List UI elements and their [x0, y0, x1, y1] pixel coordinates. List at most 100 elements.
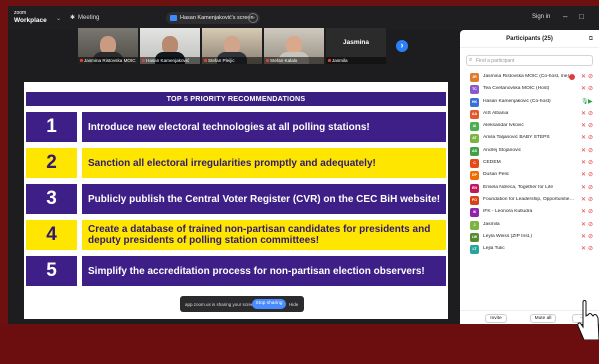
recommendation-text: Sanction all electoral irregularities pr… — [82, 148, 446, 178]
participant-name: AIS Albania — [483, 110, 509, 116]
microphone-muted-icon[interactable]: ✕ — [581, 208, 586, 215]
participant-row[interactable]: AS Andrej Stojanović ✕ ⊘ — [460, 145, 599, 157]
avatar: AA — [470, 109, 479, 119]
participant-row[interactable]: AA AIS Albania ✕ ⊘ — [460, 108, 599, 120]
camera-off-icon[interactable]: ⊘ — [588, 122, 593, 129]
recommendation-row: 3 Publicly publish the Central Voter Reg… — [26, 184, 446, 214]
microphone-muted-icon[interactable]: ✕ — [581, 245, 586, 252]
participant-name: Tea Cvetanovska MOIC (Host) — [483, 86, 550, 92]
participant-search-input[interactable]: ⌕ Find a participant — [466, 55, 593, 66]
participant-row[interactable]: HK Hasan Kamenjaković (Co-host) 🎙 ▶ — [460, 96, 599, 108]
camera-off-icon[interactable]: ⊘ — [588, 73, 593, 80]
camera-off-icon[interactable]: ⊘ — [588, 245, 593, 252]
microphone-muted-icon[interactable]: ✕ — [581, 221, 586, 228]
video-thumbnail-no-camera[interactable]: Jasmina Jasmila — [326, 28, 386, 64]
camera-off-icon[interactable]: ⊘ — [588, 171, 593, 178]
camera-off-icon[interactable]: ⊘ — [588, 233, 593, 240]
avatar: C — [470, 159, 479, 169]
recommendation-number: 4 — [26, 220, 77, 250]
participant-name: Aleksandar Ivković — [483, 123, 524, 129]
camera-off-icon[interactable]: ⊘ — [588, 110, 593, 117]
camera-off-icon[interactable]: ⊘ — [588, 196, 593, 203]
participant-row[interactable]: AT Amila Taljanović BABY STEPS ✕ ⊘ — [460, 132, 599, 144]
avatar: J — [470, 220, 479, 230]
microphone-muted-icon[interactable]: ✕ — [581, 159, 586, 166]
camera-off-icon[interactable]: ⊘ — [588, 159, 593, 166]
screen-icon — [170, 15, 177, 21]
microphone-muted-icon[interactable]: ✕ — [581, 184, 586, 191]
video-thumbnail-active-speaker[interactable]: Hasan Kamenjaković — [140, 28, 200, 64]
video-thumbnail[interactable]: Stefan Kalalo — [264, 28, 324, 64]
participant-row[interactable]: AI Aleksandar Ivković ✕ ⊘ — [460, 120, 599, 132]
screen-share-label: Hasan Kamenjaković's screen — [180, 15, 254, 21]
camera-off-icon[interactable]: ⊘ — [588, 134, 593, 141]
logo-text: Workplace — [14, 17, 47, 24]
microphone-muted-icon[interactable]: ✕ — [581, 147, 586, 154]
recommendation-text: Introduce new electoral technologies at … — [82, 112, 446, 142]
participant-name: Jasmina Ristovska MOIC (Co-host, me) — [483, 74, 570, 79]
screen-share-indicator[interactable]: Hasan Kamenjaković's screen ··· — [166, 12, 260, 24]
meeting-tab[interactable]: ✱ Meeting — [70, 14, 99, 21]
meeting-label: Meeting — [78, 15, 100, 21]
recommendation-number: 2 — [26, 148, 77, 178]
microphone-muted-icon[interactable]: ✕ — [581, 233, 586, 240]
participant-list: JR Jasmina Ristovska MOIC (Co-host, me) ✕ ⊘… — [460, 71, 599, 255]
next-page-button[interactable]: › — [396, 40, 408, 52]
avatar: HK — [470, 97, 479, 107]
camera-off-icon[interactable]: ⊘ — [588, 85, 593, 92]
hand-cursor-icon — [570, 291, 599, 340]
microphone-muted-icon[interactable]: ✕ — [581, 196, 586, 203]
chevron-down-icon[interactable]: ⌄ — [56, 15, 61, 22]
camera-off-icon[interactable]: ⊘ — [588, 184, 593, 191]
microphone-muted-icon[interactable]: ✕ — [581, 134, 586, 141]
avatar: JR — [470, 73, 479, 82]
sign-in-link[interactable]: Sign in — [532, 14, 550, 20]
participant-row[interactable]: LT Lejla Tulic ✕ ⊘ — [460, 243, 599, 255]
participant-row[interactable]: C CEDEM ✕ ⊘ — [460, 157, 599, 169]
microphone-muted-icon[interactable]: ✕ — [581, 73, 586, 80]
monitor-bezel — [0, 324, 599, 364]
camera-off-icon[interactable]: ⊘ — [588, 208, 593, 215]
pop-out-icon[interactable]: ⧉ — [589, 30, 593, 48]
participant-row[interactable]: JR Jasmina Ristovska MOIC (Co-host, me) ✕ ⊘ — [460, 71, 599, 83]
minimize-icon[interactable]: – — [563, 12, 567, 21]
participant-name: Jasmila — [326, 57, 386, 64]
recommendation-text: Create a database of trained non-partisa… — [82, 220, 446, 250]
participant-name: Jasmina Ristovska MOIC — [78, 57, 138, 64]
mute-all-button[interactable]: Mute all — [530, 314, 556, 323]
title-bar: zoom Workplace ⌄ ✱ Meeting Hasan Kamenjak… — [8, 6, 599, 30]
shared-screen: TOP 5 PRIORITY RECOMMENDATIONS 1 Introdu… — [24, 82, 448, 319]
avatar: AI — [470, 122, 479, 132]
video-thumbnail[interactable]: Jasmina Ristovska MOIC — [78, 28, 138, 64]
participant-name: Lejla Tulic — [483, 246, 505, 252]
participant-row[interactable]: TC Tea Cvetanovska MOIC (Host) ✕ ⊘ — [460, 83, 599, 95]
microphone-muted-icon[interactable]: ✕ — [581, 85, 586, 92]
participant-name: Stefan Kalalo — [264, 57, 324, 64]
more-options-icon[interactable]: ··· — [248, 13, 258, 23]
camera-off-icon[interactable]: ⊘ — [588, 147, 593, 154]
maximize-icon[interactable]: □ — [579, 12, 584, 21]
hide-button[interactable]: Hide — [289, 302, 298, 307]
participant-row[interactable]: FO Foundation for Leadership, Opportuniti… — [460, 194, 599, 206]
camera-icon[interactable]: ▶ — [588, 98, 593, 105]
participant-name: Erisela Ndreca, Together for Life — [483, 184, 554, 190]
avatar: DP — [470, 171, 479, 181]
participant-row[interactable]: LW Leyla Weiss (ZIP Inst.) ✕ ⊘ — [460, 231, 599, 243]
screen-sharing-bar: app.zoom.us is sharing your screen. Stop… — [180, 296, 304, 312]
microphone-muted-icon[interactable]: ✕ — [581, 122, 586, 129]
participant-row[interactable]: EN Erisela Ndreca, Together for Life ✕ ⊘ — [460, 182, 599, 194]
invite-button[interactable]: Invite — [485, 314, 507, 323]
recommendation-row: 4 Create a database of trained non-parti… — [26, 220, 446, 250]
participant-name: IFK - Leonora Kulludra — [483, 209, 533, 215]
participant-row[interactable]: IK IFK - Leonora Kulludra ✕ ⊘ — [460, 206, 599, 218]
camera-off-icon[interactable]: ⊘ — [588, 221, 593, 228]
zoom-window: zoom Workplace ⌄ ✱ Meeting Hasan Kamenjak… — [8, 6, 599, 324]
stop-sharing-button[interactable]: Stop sharing — [252, 299, 286, 309]
participant-name: CEDEM — [483, 160, 501, 166]
video-thumbnail[interactable]: Stefan Pleijic — [202, 28, 262, 64]
participant-name: Hasan Kamenjaković — [140, 57, 200, 64]
microphone-muted-icon[interactable]: ✕ — [581, 110, 586, 117]
microphone-muted-icon[interactable]: ✕ — [581, 171, 586, 178]
participant-row[interactable]: DP Dušan Pelić ✕ ⊘ — [460, 169, 599, 181]
participant-row[interactable]: J Jasmila ✕ ⊘ — [460, 219, 599, 231]
